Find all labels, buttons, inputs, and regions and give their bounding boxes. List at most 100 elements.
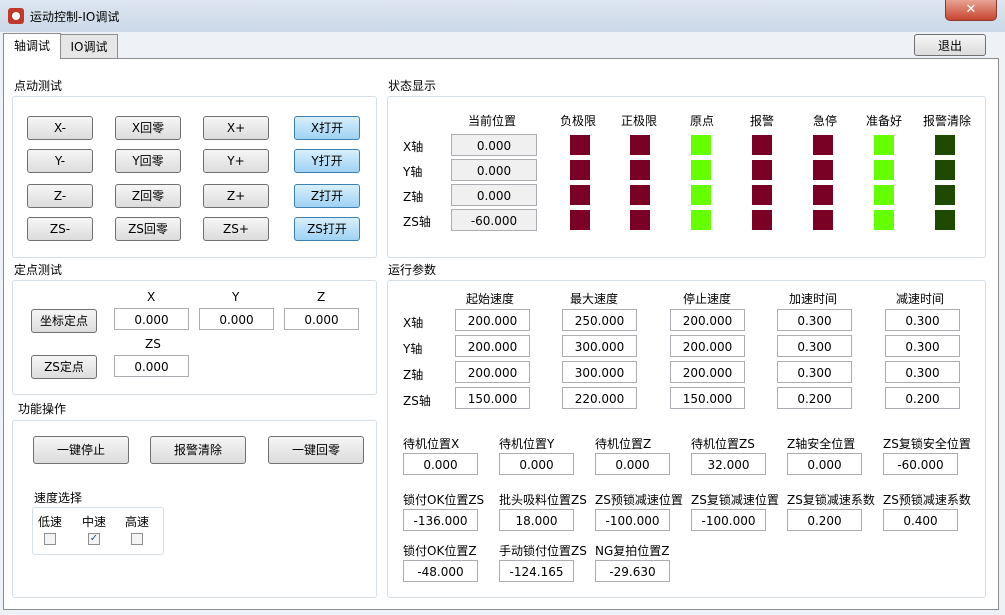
param-input[interactable]: 0.300 [885,335,960,357]
jog-button[interactable]: ZS回零 [115,217,181,241]
jog-button[interactable]: Z打开 [294,184,360,208]
extra-param-input[interactable]: -100.000 [595,509,670,531]
tab-io-debug[interactable]: IO调试 [60,34,118,59]
status-header: 报警清除 [923,114,972,128]
jog-button[interactable]: Z- [27,184,93,208]
jog-button[interactable]: Y- [27,149,93,173]
close-button[interactable]: ✕ [945,0,997,21]
extra-param-input[interactable]: -100.000 [691,509,766,531]
jog-button[interactable]: X+ [203,116,269,140]
extra-param-input[interactable]: -48.000 [403,560,478,582]
coord-point-button[interactable]: 坐标定点 [31,309,97,333]
extra-param-input[interactable]: -29.630 [595,560,670,582]
jog-button[interactable]: Z回零 [115,184,181,208]
exit-button[interactable]: 退出 [914,34,986,56]
param-input[interactable]: 200.000 [455,335,530,357]
extra-param-input[interactable]: 0.000 [787,453,862,475]
title-bar [0,0,1005,32]
status-indicator [691,135,711,155]
param-input[interactable]: 300.000 [562,335,637,357]
speed-checkbox[interactable] [131,533,143,545]
speed-select-title: 速度选择 [34,491,83,505]
extra-param-input[interactable]: 32.000 [691,453,766,475]
speed-checkbox[interactable]: ✓ [88,533,100,545]
param-input[interactable]: 150.000 [455,387,530,409]
extra-param-input[interactable]: -60.000 [883,453,958,475]
param-axis-label: Z轴 [403,368,424,382]
param-input[interactable]: 150.000 [670,387,745,409]
stop-all-button[interactable]: 一键停止 [33,436,129,464]
extra-param-label: 待机位置Y [499,437,555,451]
extra-param-input[interactable]: 18.000 [499,509,574,531]
jog-button[interactable]: Y+ [203,149,269,173]
fixed-zs-input[interactable]: 0.000 [114,355,189,377]
alarm-clear-button[interactable]: 报警清除 [150,436,246,464]
extra-param-label: 待机位置X [403,437,460,451]
extra-param-label: 批头吸料位置ZS [499,493,587,507]
extra-param-input[interactable]: 0.200 [787,509,862,531]
jog-button[interactable]: ZS+ [203,217,269,241]
jog-button[interactable]: Y打开 [294,149,360,173]
speed-option-label: 低速 [38,515,63,529]
status-indicator [874,185,894,205]
extra-param-input[interactable]: -124.165 [499,560,574,582]
extra-param-label: ZS复锁安全位置 [883,437,971,451]
zs-point-button[interactable]: ZS定点 [31,355,97,379]
param-header: 停止速度 [683,292,732,306]
param-input[interactable]: 200.000 [670,361,745,383]
jog-button[interactable]: X回零 [115,116,181,140]
extra-param-label: ZS预锁减速位置 [595,493,683,507]
speed-checkbox[interactable] [44,533,56,545]
status-indicator [935,210,955,230]
extra-param-label: ZS预锁减速系数 [883,493,971,507]
status-indicator [570,160,590,180]
jog-button[interactable]: X打开 [294,116,360,140]
param-input[interactable]: 0.200 [885,387,960,409]
param-input[interactable]: 0.300 [885,309,960,331]
status-axis-label: Z轴 [403,190,424,204]
fixed-y-input[interactable]: 0.000 [199,308,274,330]
param-input[interactable]: 0.300 [777,361,852,383]
extra-param-input[interactable]: 0.000 [595,453,670,475]
param-input[interactable]: 200.000 [670,335,745,357]
jog-button[interactable]: X- [27,116,93,140]
current-position-field: 0.000 [451,159,537,181]
extra-param-input[interactable]: 0.000 [499,453,574,475]
extra-param-input[interactable]: 0.000 [403,453,478,475]
status-axis-label: Y轴 [403,165,423,179]
status-indicator [874,210,894,230]
param-input[interactable]: 200.000 [455,361,530,383]
jog-button[interactable]: Z+ [203,184,269,208]
param-input[interactable]: 300.000 [562,361,637,383]
jog-button[interactable]: Y回零 [115,149,181,173]
status-indicator [630,185,650,205]
status-header: 负极限 [560,114,597,128]
tab-axis-debug[interactable]: 轴调试 [3,33,61,59]
param-input[interactable]: 250.000 [562,309,637,331]
fixed-z-input[interactable]: 0.000 [284,308,359,330]
param-input[interactable]: 200.000 [455,309,530,331]
fixed-x-label: X [147,290,156,304]
param-input[interactable]: 0.300 [777,309,852,331]
jog-button[interactable]: ZS打开 [294,217,360,241]
status-indicator [691,160,711,180]
status-indicator [570,135,590,155]
param-input[interactable]: 0.300 [885,361,960,383]
param-input[interactable]: 0.200 [777,387,852,409]
jog-section-title: 点动测试 [14,79,63,93]
extra-param-label: Z轴安全位置 [787,437,856,451]
home-all-button[interactable]: 一键回零 [268,436,364,464]
param-input[interactable]: 200.000 [670,309,745,331]
extra-param-input[interactable]: -136.000 [403,509,478,531]
current-position-field: 0.000 [451,134,537,156]
extra-param-input[interactable]: 0.400 [883,509,958,531]
param-header: 减速时间 [896,292,945,306]
status-header: 报警 [750,114,775,128]
param-input[interactable]: 0.300 [777,335,852,357]
fixed-x-input[interactable]: 0.000 [114,308,189,330]
status-indicator [630,160,650,180]
param-input[interactable]: 220.000 [562,387,637,409]
status-header: 原点 [690,114,715,128]
close-icon: ✕ [965,2,977,17]
jog-button[interactable]: ZS- [27,217,93,241]
